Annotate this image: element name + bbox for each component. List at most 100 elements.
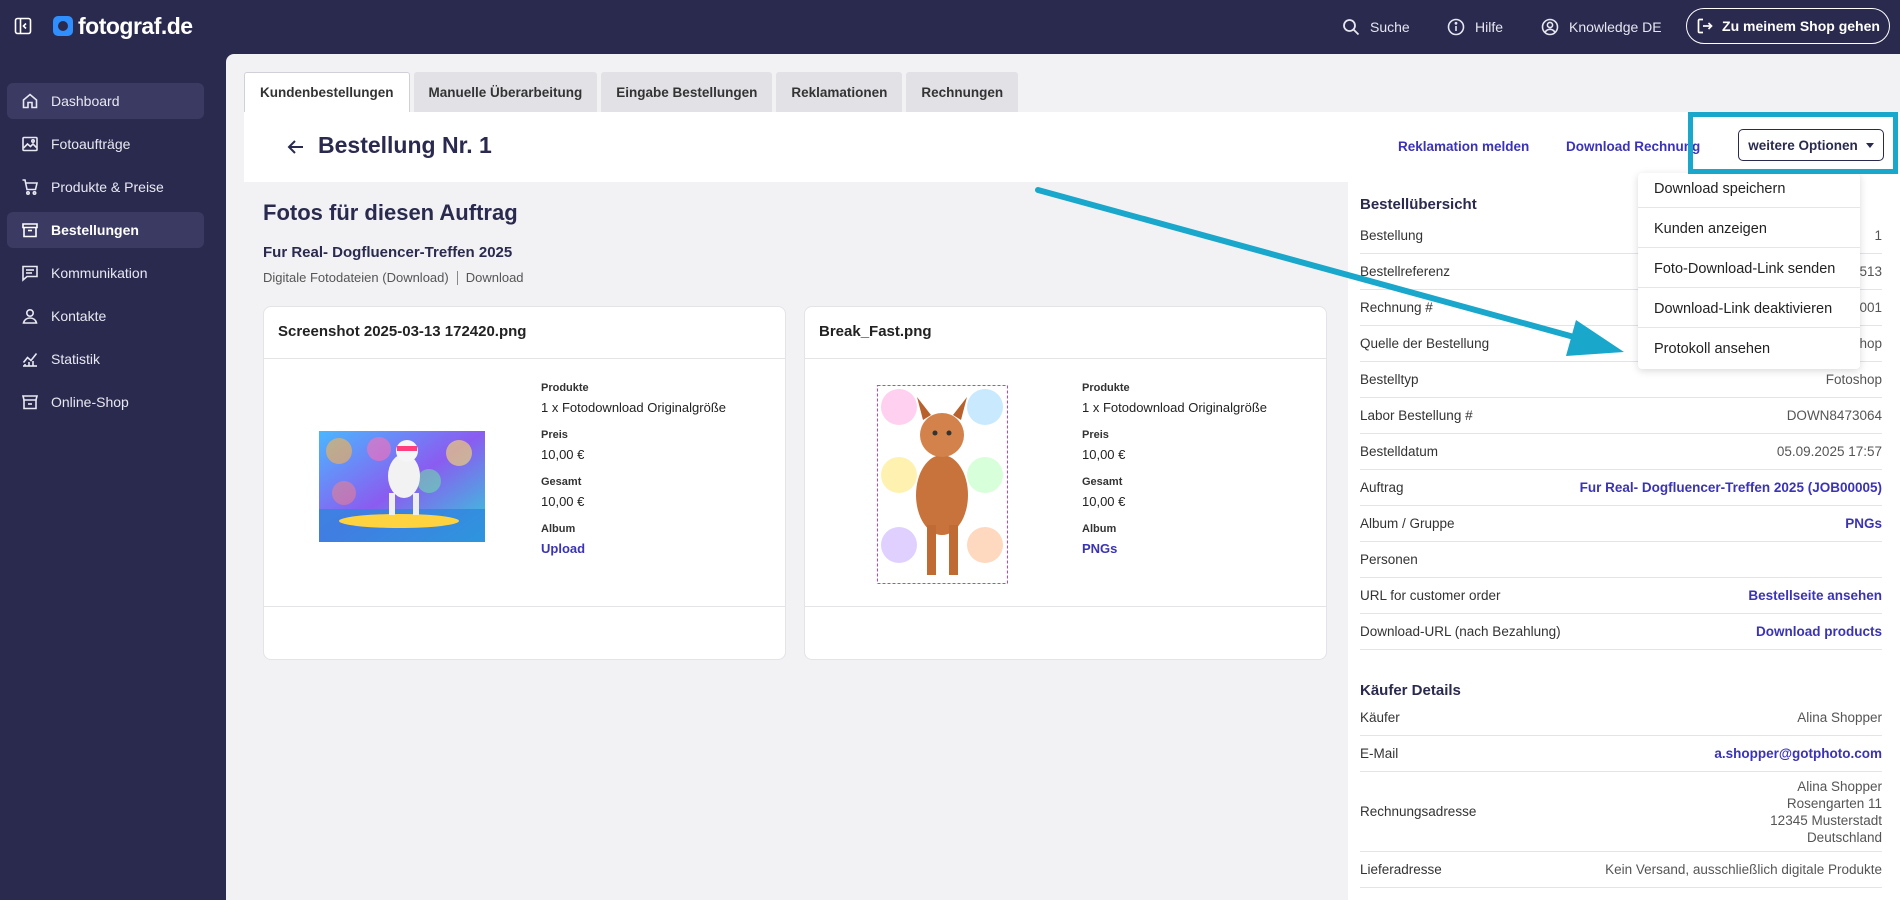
row-label: Personen [1360,552,1418,567]
row-value: 001 [1859,300,1882,315]
album-link[interactable]: Upload [541,541,726,556]
row-value: 05.09.2025 17:57 [1776,444,1882,459]
divider [1638,207,1860,208]
more-options-menu: Download speichern Kunden anzeigen Foto-… [1638,173,1860,369]
overview-row: URL for customer order Bestellseite anseh… [1360,578,1882,614]
page-title: Bestellung Nr. 1 [318,132,492,158]
sidebar-item-kontakte[interactable]: Kontakte [7,298,204,334]
download-products-link[interactable]: Download products [1756,624,1882,639]
sidebar-item-label: Kontakte [51,308,107,324]
tab-rechnungen[interactable]: Rechnungen [906,72,1019,112]
album-group-link[interactable]: PNGs [1845,516,1882,531]
sidebar-item-fotoauftraege[interactable]: Fotoaufträge [7,126,204,162]
tab-manuelle-ueberarbeitung[interactable]: Manuelle Überarbeitung [413,72,598,112]
price-value: 10,00 € [541,447,585,462]
address-line: Rosengarten 11 [1786,795,1882,811]
row-label: E-Mail [1360,746,1399,761]
logout-icon [1697,18,1713,34]
account-label: Knowledge DE [1569,19,1662,35]
brand-logo[interactable]: fotograf.de [52,12,193,40]
total-value: 10,00 € [541,494,585,509]
sidebar-item-label: Online-Shop [51,394,129,410]
overview-row: Bestelldatum 05.09.2025 17:57 [1360,434,1882,470]
total-value: 10,00 € [1082,494,1126,509]
job-link[interactable]: Fur Real- Dogfluencer-Treffen 2025 (JOB0… [1580,480,1882,495]
divider [1638,287,1860,288]
store-icon [21,395,39,410]
download-invoice-link[interactable]: Download Rechnung [1566,139,1700,154]
menu-item-show-customer[interactable]: Kunden anzeigen [1654,221,1767,237]
products-value: 1 x Fotodownload Originalgröße [541,400,726,415]
overview-row: Download-URL (nach Bezahlung) Download pr… [1360,614,1882,650]
divider [1638,247,1860,248]
search-link[interactable]: Suche [1342,14,1410,40]
sidebar-item-label: Statistik [51,351,101,367]
sidebar-toggle-icon[interactable] [14,17,32,35]
go-to-shop-label: Zu meinem Shop gehen [1722,18,1880,34]
row-label: Auftrag [1360,480,1404,495]
sidebar-item-kommunikation[interactable]: Kommunikation [7,255,204,291]
divider [805,606,1326,607]
row-label: Käufer [1360,710,1400,725]
order-page-link[interactable]: Bestellseite ansehen [1748,588,1882,603]
divider [264,358,785,359]
job-type: Digitale Fotodateien (Download) [263,270,449,285]
products-label: Produkte [1082,382,1130,394]
photo-details: Produkte 1 x Fotodownload Originalgröße … [1082,382,1267,570]
tab-reklamationen[interactable]: Reklamationen [776,72,903,112]
sidebar-item-label: Produkte & Preise [51,179,164,195]
sidebar-item-statistik[interactable]: Statistik [7,341,204,377]
arrow-left-icon[interactable] [286,137,306,157]
row-value: Fotoshop [1825,372,1882,387]
tab-eingabe-bestellungen[interactable]: Eingabe Bestellungen [601,72,773,112]
tab-kundenbestellungen[interactable]: Kundenbestellungen [244,72,410,112]
buyer-row: Rechnungsadresse Alina Shopper Rosengart… [1360,772,1882,852]
order-header: Bestellung Nr. 1 Reklamation melden Down… [244,112,1900,182]
row-label: Bestelltyp [1360,372,1419,387]
total-label: Gesamt [1082,476,1123,488]
buyer-name: Alina Shopper [1797,710,1882,725]
job-mode: Download [465,270,524,285]
tab-bar: Kundenbestellungen Manuelle Überarbeitun… [244,72,1019,112]
sidebar-item-bestellungen[interactable]: Bestellungen [7,212,204,248]
price-label: Preis [541,429,568,441]
message-icon [22,265,38,282]
buyer-details-title: Käufer Details [1360,682,1461,699]
address-line: Deutschland [1806,829,1882,845]
total-label: Gesamt [541,476,582,488]
report-complaint-link[interactable]: Reklamation melden [1398,139,1529,154]
overview-row: Album / Gruppe PNGs [1360,506,1882,542]
row-label: Bestelldatum [1360,444,1439,459]
row-label: Lieferadresse [1360,862,1442,877]
delivery-value: Kein Versand, ausschließlich digitale Pr… [1605,862,1882,877]
go-to-shop-button[interactable]: Zu meinem Shop gehen [1686,8,1890,44]
email-link[interactable]: a.shopper@gotphoto.com [1714,746,1882,761]
menu-item-save-download[interactable]: Download speichern [1654,181,1785,197]
row-label: Labor Bestellung # [1360,408,1473,423]
sidebar-item-label: Bestellungen [51,222,139,238]
help-link[interactable]: Hilfe [1447,14,1503,40]
row-label: Rechnungsadresse [1360,804,1477,819]
divider [1638,327,1860,328]
menu-item-deactivate-download-link[interactable]: Download-Link deaktivieren [1654,301,1832,317]
sidebar-item-online-shop[interactable]: Online-Shop [7,384,204,420]
sidebar-item-dashboard[interactable]: Dashboard [7,83,204,119]
menu-item-send-download-link[interactable]: Foto-Download-Link senden [1654,261,1835,277]
photo-filename: Break_Fast.png [819,323,932,340]
row-label: Quelle der Bestellung [1360,336,1490,351]
photo-thumbnail-dog-standing[interactable] [877,385,1008,584]
photo-card: Break_Fast.png Produkte 1 x Fotodownload… [804,306,1327,660]
products-value: 1 x Fotodownload Originalgröße [1082,400,1267,415]
photo-thumbnail-dog-surfboard[interactable] [319,431,485,542]
cart-icon [22,179,39,196]
search-label: Suche [1370,19,1410,35]
photo-card: Screenshot 2025-03-13 172420.png Produkt… [263,306,786,660]
menu-item-view-log[interactable]: Protokoll ansehen [1654,341,1770,357]
sidebar: Dashboard Fotoaufträge Produkte & Preise… [0,54,226,900]
album-link[interactable]: PNGs [1082,541,1267,556]
address-line: 12345 Musterstadt [1770,812,1882,828]
account-link[interactable]: Knowledge DE [1541,14,1662,40]
row-label: Rechnung # [1360,300,1433,315]
row-value: hop [1859,336,1882,351]
sidebar-item-produkte[interactable]: Produkte & Preise [7,169,204,205]
